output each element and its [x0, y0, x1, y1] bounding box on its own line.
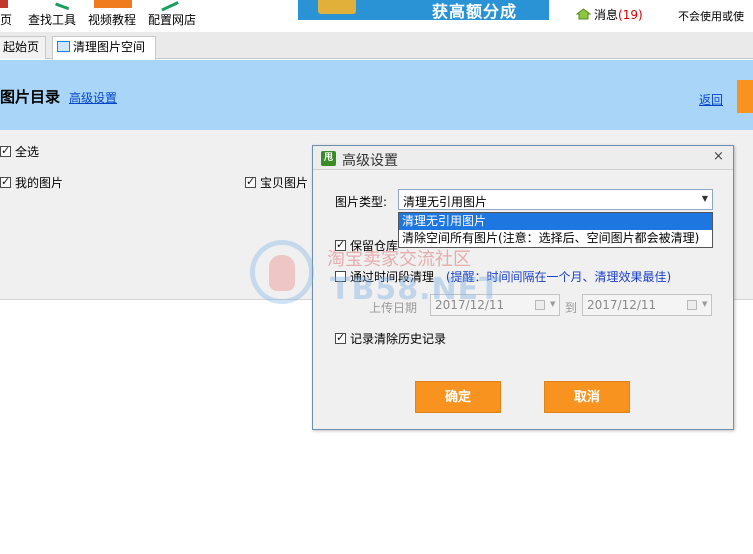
to-label: 到 [565, 301, 578, 315]
advanced-settings-dialog: 甩 高级设置 × 图片类型: 清理无引用图片 ▼ 清理无引用图片 清除空间所有图… [312, 145, 734, 430]
keep-warehouse-checkbox[interactable] [335, 238, 346, 251]
watermark-hand-logo [250, 240, 314, 304]
search-tool-icon [55, 0, 71, 11]
dropdown-option-clear-all[interactable]: 清除空间所有图片(注意：选择后、空间图片都会被清理) [399, 230, 712, 247]
image-type-select[interactable]: 清理无引用图片 ▼ [398, 189, 713, 210]
toolbar-video-tutorial-button[interactable]: 视频教程 [88, 0, 138, 32]
advanced-settings-link[interactable]: 高级设置 [69, 89, 117, 106]
orange-action-button[interactable] [737, 80, 753, 113]
top-toolbar: 页 查找工具 视频教程 配置网店 获高额分成 消息(19) 不会使用或使 [0, 0, 753, 32]
select-all-checkbox[interactable] [0, 144, 11, 157]
video-icon [94, 0, 132, 8]
clean-by-time-checkbox[interactable] [335, 271, 346, 282]
home-message-icon [576, 8, 591, 20]
store-config-icon [159, 0, 179, 12]
keep-warehouse-option[interactable]: 保留仓库 [335, 237, 398, 254]
clean-by-time-option[interactable]: 通过时间段清理 (提醒：时间间隔在一个月、清理效果最佳) [335, 268, 671, 285]
upload-date-label: 上传日期 [369, 301, 418, 315]
promo-banner[interactable]: 获高额分成 [298, 0, 549, 21]
toolbar-home-button[interactable]: 页 [0, 0, 14, 32]
page-header: 图片目录 高级设置 返回 [0, 60, 753, 130]
calendar-icon [687, 300, 697, 310]
time-hint: (提醒：时间间隔在一个月、清理效果最佳) [445, 270, 672, 284]
chevron-down-icon: ▼ [701, 194, 708, 203]
product-images-checkbox[interactable] [245, 175, 256, 188]
banner-text: 获高额分成 [432, 2, 518, 21]
record-history-option[interactable]: 记录清除历史记录 [335, 330, 446, 347]
page-title: 图片目录 [0, 88, 61, 106]
date-from-picker[interactable]: 2017/12/11 ▼ [430, 294, 560, 316]
image-type-dropdown: 清理无引用图片 清除空间所有图片(注意：选择后、空间图片都会被清理) [398, 212, 713, 248]
back-link[interactable]: 返回 [699, 91, 723, 108]
gold-coins-icon [318, 0, 356, 14]
calendar-icon [535, 300, 545, 310]
messages-link[interactable]: 消息(19) [576, 6, 643, 23]
record-history-checkbox[interactable] [335, 331, 346, 344]
tab-start-page[interactable]: 起始页 [0, 36, 46, 59]
help-note[interactable]: 不会使用或使 [678, 8, 744, 24]
my-images-option[interactable]: 我的图片 [0, 174, 63, 191]
toolbar-configure-store-button[interactable]: 配置网店 [148, 0, 198, 32]
tab-bar: 起始页 清理图片空间 [0, 32, 753, 60]
dialog-title: 高级设置 [342, 153, 398, 169]
my-images-checkbox[interactable] [0, 175, 11, 188]
dropdown-option-unreferenced[interactable]: 清理无引用图片 [399, 213, 712, 230]
tab-clean-image-space[interactable]: 清理图片空间 [52, 36, 156, 60]
select-all-option[interactable]: 全选 [0, 143, 39, 160]
app-logo-icon: 甩 [321, 151, 336, 166]
chevron-down-icon: ▼ [702, 300, 708, 308]
dialog-titlebar[interactable]: 甩 高级设置 × [313, 146, 733, 170]
close-icon[interactable]: × [713, 149, 724, 164]
toolbar-find-tools-button[interactable]: 查找工具 [28, 0, 78, 32]
confirm-button[interactable]: 确定 [415, 381, 501, 413]
home-icon [0, 0, 8, 8]
product-images-option[interactable]: 宝贝图片 [245, 174, 308, 191]
date-to-picker[interactable]: 2017/12/11 ▼ [582, 294, 712, 316]
image-type-label: 图片类型: [335, 195, 388, 209]
image-icon [57, 41, 70, 52]
message-count: (19) [618, 8, 643, 22]
chevron-down-icon: ▼ [550, 300, 556, 308]
cancel-button[interactable]: 取消 [544, 381, 630, 413]
